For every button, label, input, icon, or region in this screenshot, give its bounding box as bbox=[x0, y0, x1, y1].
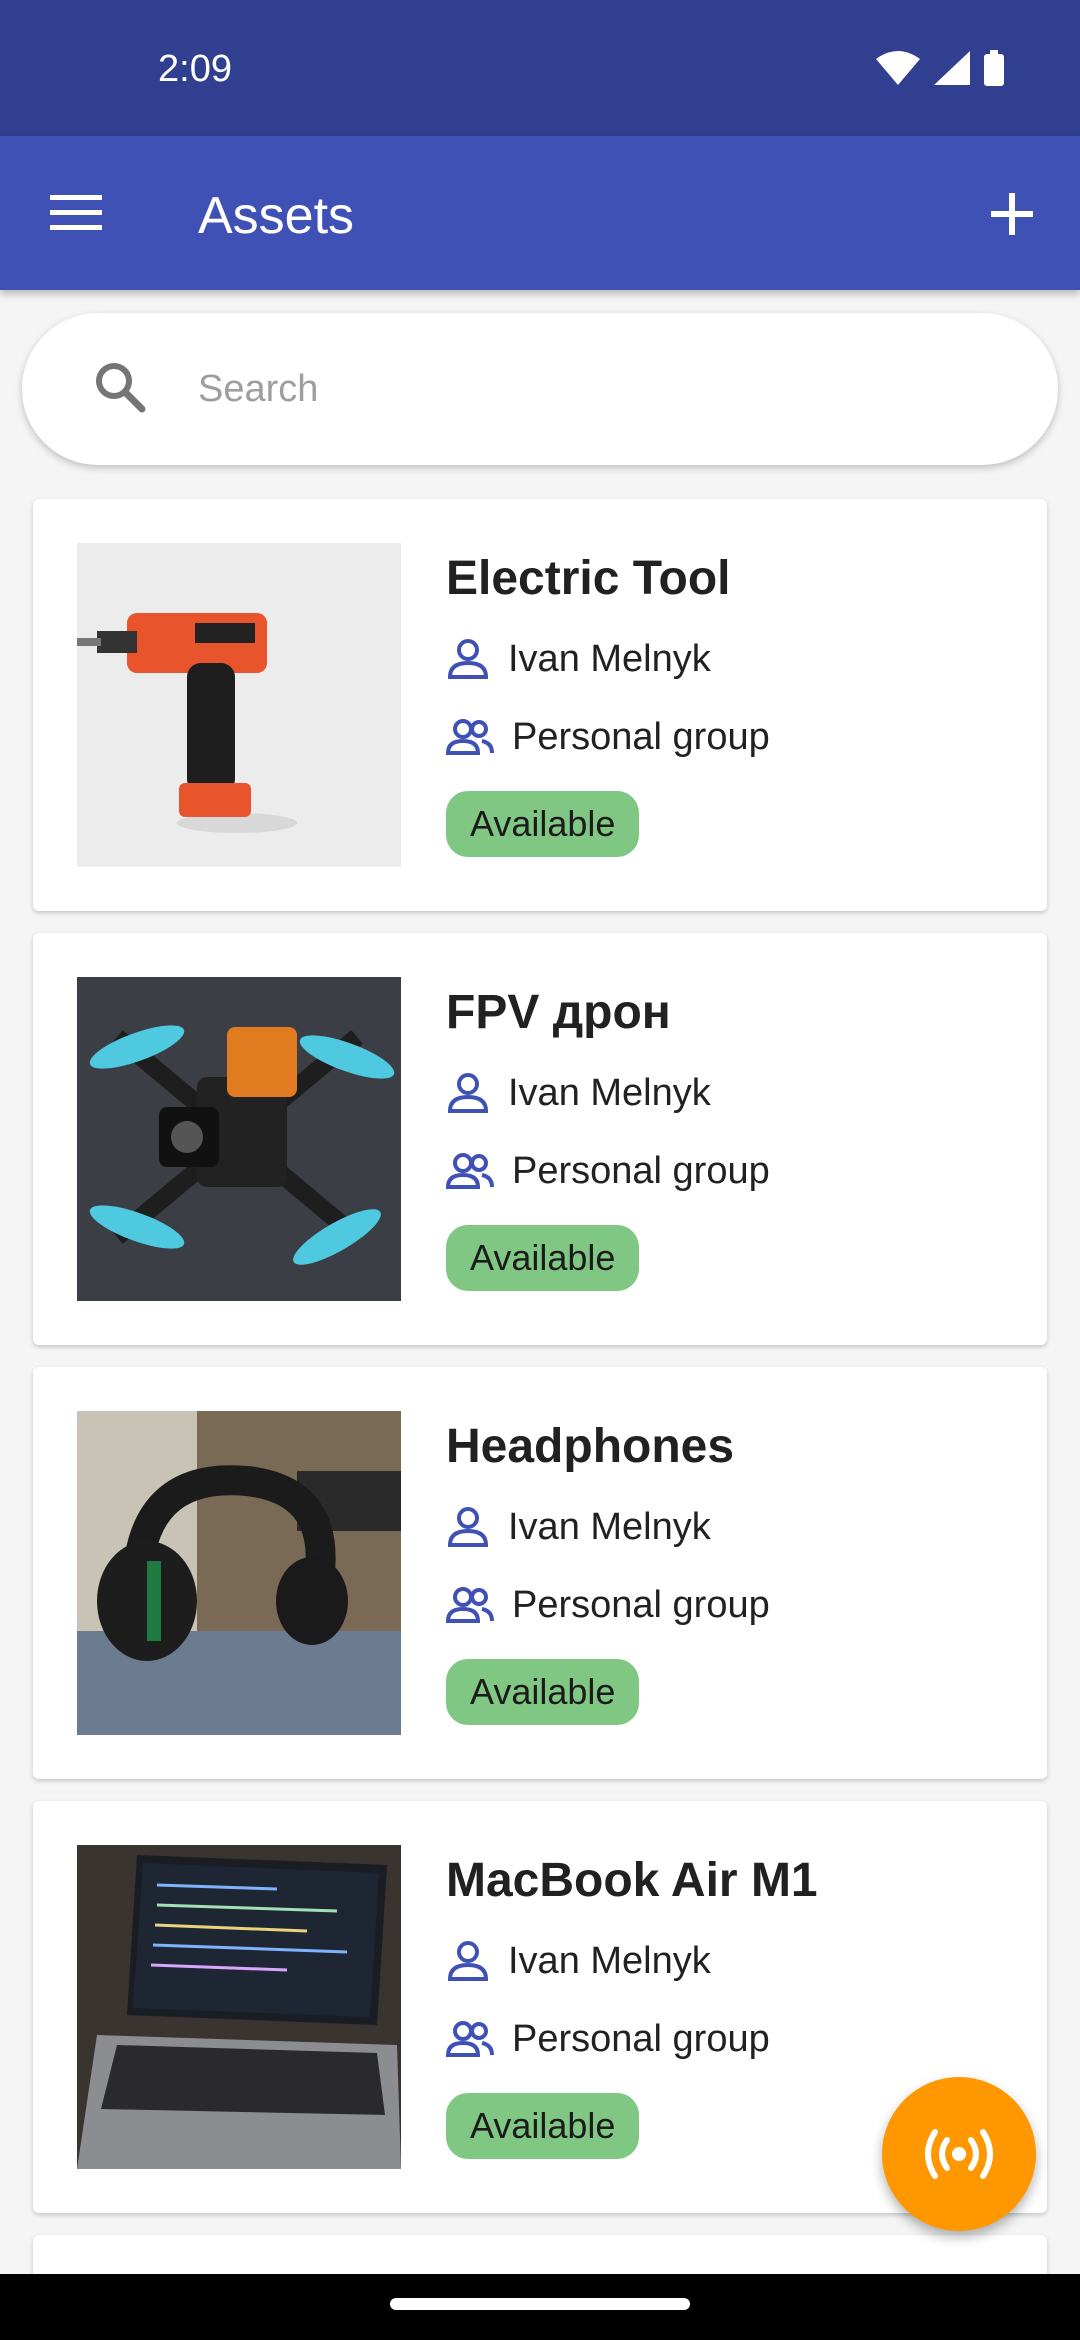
add-asset-button[interactable] bbox=[972, 176, 1052, 252]
asset-group-label: Personal group bbox=[512, 2017, 770, 2060]
asset-group-label: Personal group bbox=[512, 1149, 770, 1192]
group-icon bbox=[446, 719, 494, 755]
asset-owner-label: Ivan Melnyk bbox=[508, 1071, 711, 1114]
broadcast-icon bbox=[925, 2129, 993, 2179]
asset-owner-label: Ivan Melnyk bbox=[508, 1939, 711, 1982]
asset-name: Headphones bbox=[446, 1420, 735, 1473]
person-icon bbox=[447, 1073, 489, 1113]
person-icon bbox=[447, 639, 489, 679]
system-nav-bar bbox=[0, 2274, 1080, 2340]
status-badge: Available bbox=[446, 791, 640, 857]
search-bar[interactable] bbox=[22, 313, 1058, 465]
asset-group: Personal group bbox=[446, 2017, 770, 2061]
scan-nfc-button[interactable] bbox=[882, 2077, 1036, 2231]
menu-icon bbox=[50, 195, 102, 230]
asset-group: Personal group bbox=[446, 715, 770, 759]
plus-icon bbox=[991, 193, 1033, 235]
menu-button[interactable] bbox=[36, 179, 116, 247]
asset-name: MacBook Air M1 bbox=[446, 1854, 818, 1907]
home-handle[interactable] bbox=[390, 2298, 690, 2310]
asset-image-fpv-drone bbox=[77, 977, 401, 1301]
status-badge: Available bbox=[446, 1659, 640, 1725]
asset-card[interactable]: Headphones Ivan Melnyk Personal group Av… bbox=[33, 1367, 1047, 1779]
group-icon bbox=[446, 1587, 494, 1623]
asset-owner: Ivan Melnyk bbox=[446, 1505, 711, 1549]
search-icon bbox=[96, 363, 146, 413]
signal-icon bbox=[934, 51, 970, 85]
app-bar: Assets bbox=[0, 136, 1080, 290]
status-badge: Available bbox=[446, 2093, 640, 2159]
person-icon bbox=[447, 1941, 489, 1981]
page-title: Assets bbox=[198, 187, 355, 245]
asset-name: Electric Tool bbox=[446, 552, 731, 605]
asset-group: Personal group bbox=[446, 1583, 770, 1627]
asset-owner: Ivan Melnyk bbox=[446, 637, 711, 681]
status-badge: Available bbox=[446, 1225, 640, 1291]
person-icon bbox=[447, 1507, 489, 1547]
search-input[interactable] bbox=[198, 353, 998, 425]
battery-icon bbox=[984, 50, 1004, 86]
asset-group-label: Personal group bbox=[512, 1583, 770, 1626]
group-icon bbox=[446, 2021, 494, 2057]
asset-group-label: Personal group bbox=[512, 715, 770, 758]
group-icon bbox=[446, 1153, 494, 1189]
asset-owner: Ivan Melnyk bbox=[446, 1939, 711, 1983]
asset-image-headphones bbox=[77, 1411, 401, 1735]
asset-name: FPV дрон bbox=[446, 986, 671, 1039]
asset-image-macbook bbox=[77, 1845, 401, 2169]
asset-card[interactable]: FPV дрон Ivan Melnyk Personal group Avai… bbox=[33, 933, 1047, 1345]
asset-owner-label: Ivan Melnyk bbox=[508, 637, 711, 680]
asset-card[interactable]: Electric Tool Ivan Melnyk Personal group… bbox=[33, 499, 1047, 911]
status-time: 2:09 bbox=[158, 48, 232, 90]
asset-group: Personal group bbox=[446, 1149, 770, 1193]
status-icons bbox=[876, 50, 1004, 86]
asset-image-electric-tool bbox=[77, 543, 401, 867]
wifi-icon bbox=[876, 51, 920, 85]
asset-owner-label: Ivan Melnyk bbox=[508, 1505, 711, 1548]
status-bar: 2:09 bbox=[0, 0, 1080, 136]
asset-owner: Ivan Melnyk bbox=[446, 1071, 711, 1115]
